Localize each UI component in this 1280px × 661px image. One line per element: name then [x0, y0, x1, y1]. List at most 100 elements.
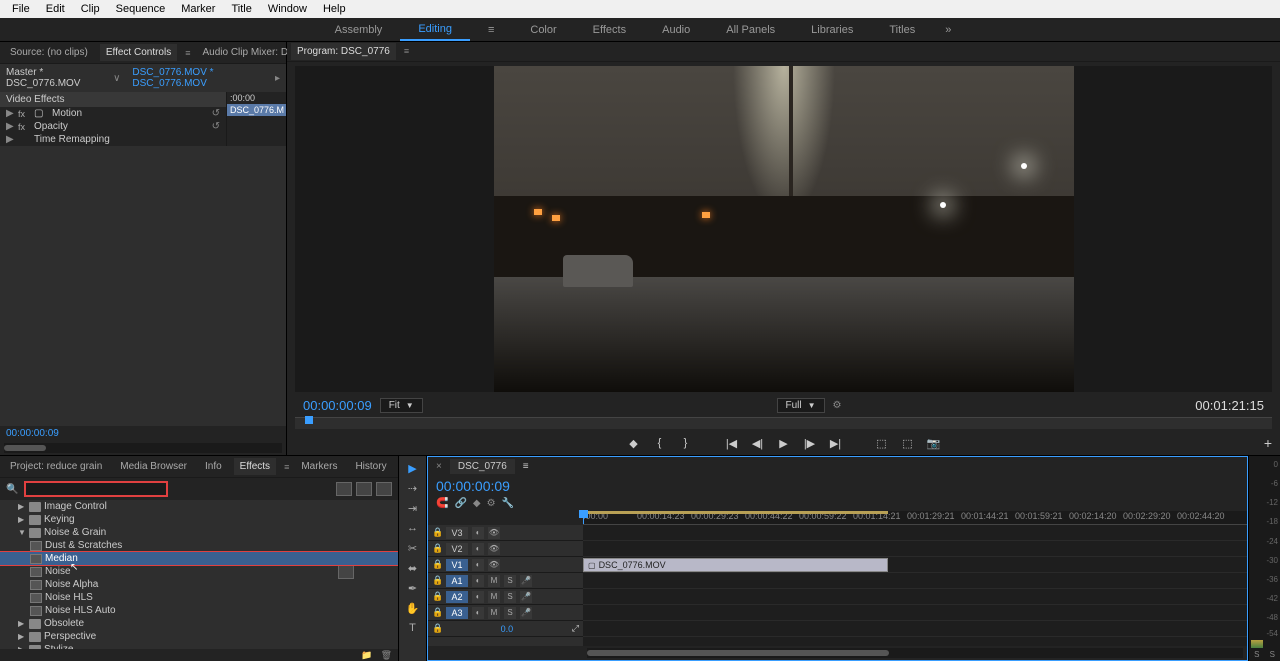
tab-history[interactable]: History	[349, 458, 392, 475]
tab-project[interactable]: Project: reduce grain	[4, 458, 108, 475]
workspace-overflow-icon[interactable]: »	[933, 20, 963, 40]
tree-effect-noise-alpha[interactable]: Noise Alpha	[0, 578, 398, 591]
marker-icon[interactable]: ◆	[473, 498, 481, 509]
wrench-icon[interactable]: 🔧	[502, 498, 514, 509]
menu-marker[interactable]: Marker	[173, 1, 223, 17]
voiceover-icon[interactable]: 🎤	[520, 575, 532, 587]
reset-icon[interactable]: ↺	[212, 121, 220, 132]
tab-program[interactable]: Program: DSC_0776	[291, 43, 396, 60]
workspace-audio[interactable]: Audio	[644, 20, 708, 40]
export-frame-button[interactable]: 📷	[925, 435, 943, 451]
workspace-editing[interactable]: Editing	[400, 19, 470, 41]
tab-menu-icon[interactable]: ≡	[185, 48, 190, 58]
master-lane[interactable]	[583, 621, 1247, 637]
workspace-titles[interactable]: Titles	[871, 20, 933, 40]
track-v3-lane[interactable]	[583, 525, 1247, 541]
sync-lock-icon[interactable]: ◐	[472, 527, 484, 539]
sync-lock-icon[interactable]: ◐	[472, 575, 484, 587]
tab-menu-icon[interactable]: ≡	[523, 461, 529, 472]
workspace-editing-menu-icon[interactable]: ≡	[470, 20, 512, 40]
program-monitor[interactable]	[295, 66, 1272, 392]
voiceover-icon[interactable]: 🎤	[520, 607, 532, 619]
preset-accelerated-icon[interactable]	[336, 482, 352, 496]
track-a3-header[interactable]: 🔒 A3 ◐ M S 🎤	[428, 605, 583, 621]
track-content-area[interactable]: ▢ DSC_0776.MOV	[583, 525, 1247, 646]
expand-arrow-icon[interactable]: ▶	[6, 108, 14, 119]
lock-icon[interactable]: 🔒	[432, 623, 442, 634]
work-area-bar[interactable]	[583, 511, 888, 514]
mark-out-button[interactable]: }	[677, 435, 695, 451]
delete-icon[interactable]: 🗑	[381, 650, 392, 661]
solo-indicator[interactable]: S	[1270, 650, 1275, 659]
tree-folder-keying[interactable]: ▶ Keying	[0, 513, 398, 526]
tree-effect-median[interactable]: Median	[0, 552, 398, 565]
lock-icon[interactable]: 🔒	[432, 575, 442, 586]
menu-sequence[interactable]: Sequence	[108, 1, 174, 17]
sync-lock-icon[interactable]: ◐	[472, 543, 484, 555]
tree-folder-stylize[interactable]: ▶ Stylize	[0, 643, 398, 649]
collapse-arrow-icon[interactable]: ▶	[18, 645, 26, 649]
fx-badge-icon[interactable]: fx	[18, 109, 30, 119]
mute-button[interactable]: M	[488, 607, 500, 619]
slip-tool[interactable]: ⬌	[404, 560, 422, 576]
tab-info[interactable]: Info	[199, 458, 228, 475]
eye-icon[interactable]: 👁	[488, 559, 500, 571]
solo-button[interactable]: S	[504, 591, 516, 603]
step-back-button[interactable]: ◀|	[749, 435, 767, 451]
menu-edit[interactable]: Edit	[38, 1, 73, 17]
extract-button[interactable]: ⬚	[899, 435, 917, 451]
tree-folder-noise-grain[interactable]: ▼ Noise & Grain	[0, 526, 398, 539]
preset-yuv-icon[interactable]	[376, 482, 392, 496]
go-to-out-button[interactable]: ▶|	[827, 435, 845, 451]
play-button[interactable]: ▶	[775, 435, 793, 451]
tab-effects[interactable]: Effects	[234, 458, 276, 475]
track-label[interactable]: A1	[446, 575, 468, 587]
menu-title[interactable]: Title	[223, 1, 259, 17]
track-a2-header[interactable]: 🔒 A2 ◐ M S 🎤	[428, 589, 583, 605]
reset-icon[interactable]: ↺	[212, 108, 220, 119]
eye-icon[interactable]: 👁	[488, 543, 500, 555]
rate-stretch-tool[interactable]: ↔	[404, 520, 422, 536]
track-a1-header[interactable]: 🔒 A1 ◐ M S 🎤	[428, 573, 583, 589]
mute-button[interactable]: M	[488, 591, 500, 603]
program-timecode[interactable]: 00:00:00:09	[303, 398, 372, 413]
expand-arrow-icon[interactable]: ▶	[6, 134, 14, 145]
fx-badge-icon[interactable]: fx	[18, 122, 30, 132]
hand-tool[interactable]: ✋	[404, 600, 422, 616]
preset-32bit-icon[interactable]	[356, 482, 372, 496]
mark-in-button[interactable]: {	[651, 435, 669, 451]
tree-effect-noise-hls-auto[interactable]: Noise HLS Auto	[0, 604, 398, 617]
ripple-edit-tool[interactable]: ⇥	[404, 500, 422, 516]
step-forward-button[interactable]: |▶	[801, 435, 819, 451]
expand-arrow-icon[interactable]: ▶	[6, 121, 14, 132]
timeline-timecode[interactable]: 00:00:00:09	[436, 478, 510, 494]
playhead-marker[interactable]	[305, 416, 313, 424]
effect-motion-row[interactable]: ▶ fx ▢ Motion ↺	[0, 107, 226, 120]
track-a1-lane[interactable]	[583, 573, 1247, 589]
tree-folder-obsolete[interactable]: ▶ Obsolete	[0, 617, 398, 630]
add-marker-button[interactable]: ◆	[625, 435, 643, 451]
master-track-header[interactable]: 🔒 0.0 ⤢	[428, 621, 583, 637]
button-editor-icon[interactable]: +	[1264, 435, 1272, 451]
tab-markers[interactable]: Markers	[295, 458, 343, 475]
expand-arrow-icon[interactable]: ▼	[18, 528, 26, 537]
mini-clip-strip[interactable]: DSC_0776.M	[227, 104, 286, 116]
zoom-scroll-thumb[interactable]	[587, 650, 889, 656]
lock-icon[interactable]: 🔒	[432, 607, 442, 618]
effect-timeremap-row[interactable]: ▶ fx Time Remapping	[0, 133, 226, 146]
track-label[interactable]: A3	[446, 607, 468, 619]
collapse-arrow-icon[interactable]: ▶	[18, 502, 26, 511]
ec-timecode[interactable]: 00:00:00:09	[6, 428, 59, 439]
lock-icon[interactable]: 🔒	[432, 527, 442, 538]
resolution-dropdown[interactable]: Full▼	[777, 398, 825, 413]
go-to-in-button[interactable]: |◀	[723, 435, 741, 451]
settings-icon[interactable]: ⚙	[487, 498, 496, 509]
new-bin-icon[interactable]: 📁	[361, 650, 372, 661]
tab-media-browser[interactable]: Media Browser	[114, 458, 193, 475]
razor-tool[interactable]: ✂	[404, 540, 422, 556]
track-v1-lane[interactable]: ▢ DSC_0776.MOV	[583, 557, 1247, 573]
eye-icon[interactable]: 👁	[488, 527, 500, 539]
tree-effect-noise-hls[interactable]: Noise HLS	[0, 591, 398, 604]
sync-lock-icon[interactable]: ◐	[472, 591, 484, 603]
pen-tool[interactable]: ✒	[404, 580, 422, 596]
